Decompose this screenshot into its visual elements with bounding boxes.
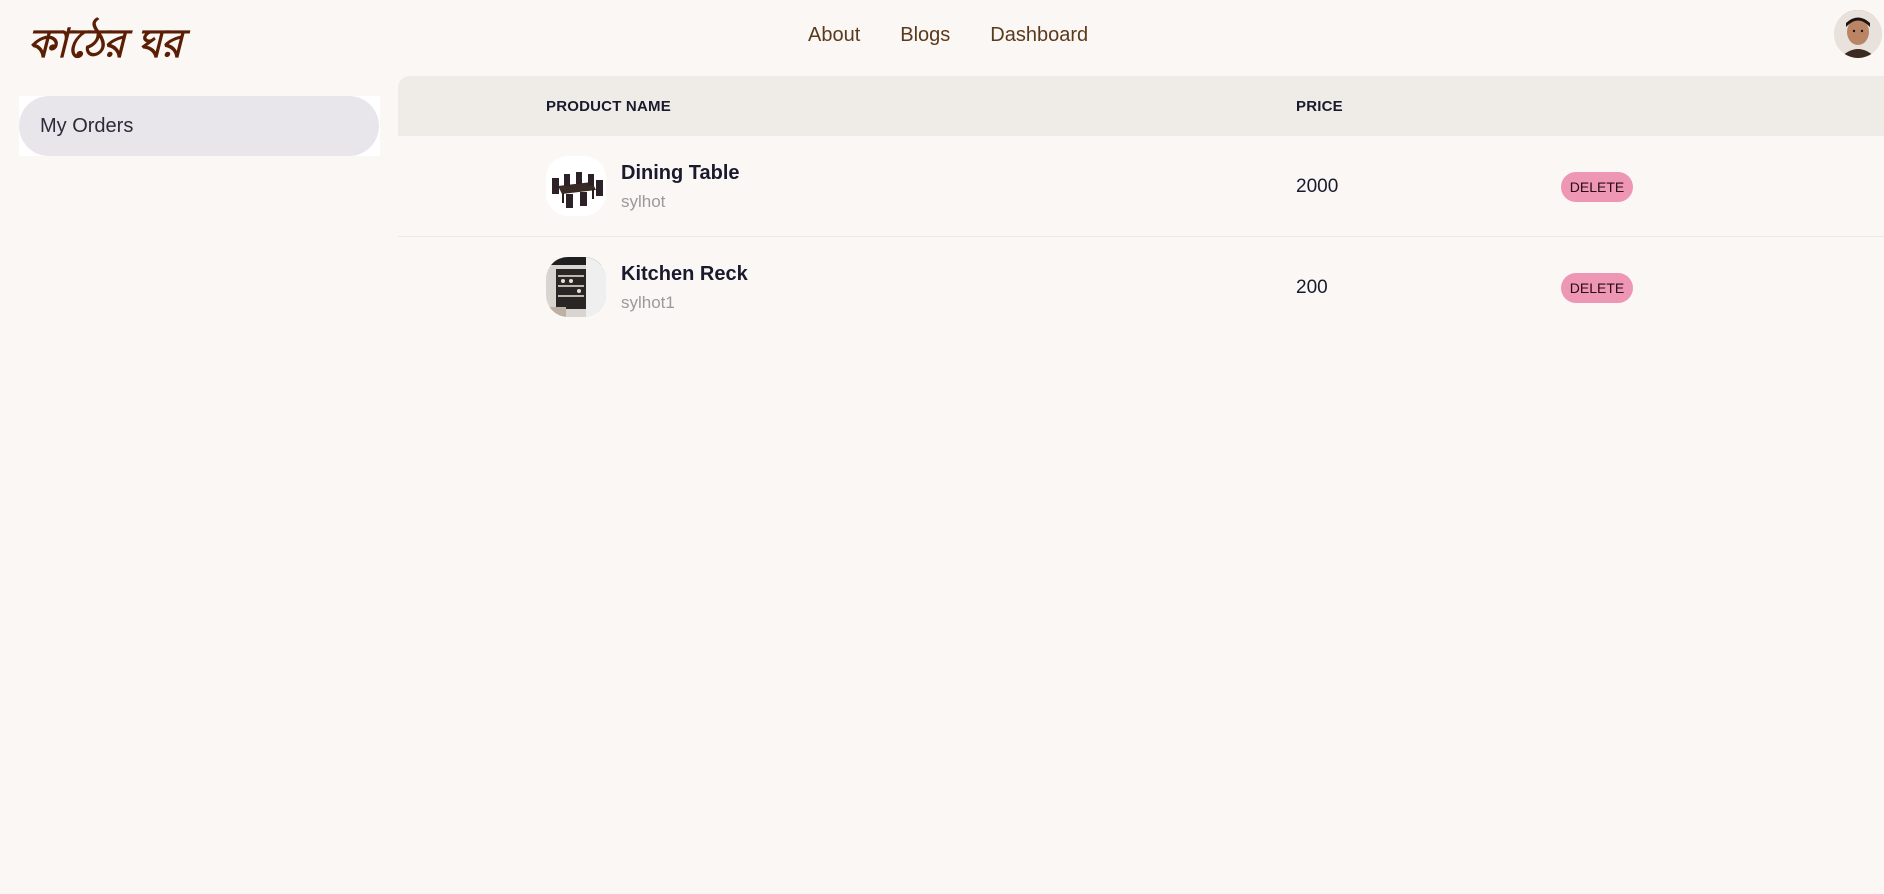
product-thumbnail-kitchen-reck (546, 257, 606, 317)
table-header: PRODUCT NAME PRICE (398, 76, 1884, 136)
dashboard-sidebar: My Orders (19, 96, 380, 156)
product-name: Dining Table (621, 162, 740, 184)
product-seller: sylhot1 (621, 293, 675, 312)
navbar: কাঠের ঘর About Blogs Dashboard (0, 0, 1884, 72)
table-row: Kitchen Reck sylhot1 200 DELETE (398, 237, 1884, 338)
product-seller: sylhot (621, 192, 666, 211)
nav-link-about[interactable]: About (808, 24, 860, 47)
main-nav: About Blogs Dashboard (808, 24, 1088, 47)
orders-table: PRODUCT NAME PRICE Dining Table sylhot 2… (398, 76, 1884, 338)
table-row: Dining Table sylhot 2000 DELETE (398, 136, 1884, 237)
column-header-price: PRICE (1296, 98, 1343, 115)
product-thumbnail-dining-table (546, 156, 606, 216)
product-price: 200 (1296, 277, 1328, 298)
site-logo[interactable]: কাঠের ঘর (28, 12, 183, 79)
nav-link-dashboard[interactable]: Dashboard (990, 24, 1088, 47)
dining-table-image (546, 156, 606, 216)
delete-order-button[interactable]: DELETE (1561, 273, 1633, 303)
user-avatar[interactable] (1834, 10, 1882, 58)
product-price: 2000 (1296, 176, 1339, 197)
kitchen-rack-image (546, 257, 606, 317)
column-header-product-name: PRODUCT NAME (546, 98, 671, 115)
delete-order-button[interactable]: DELETE (1561, 172, 1633, 202)
sidebar-item-my-orders[interactable]: My Orders (19, 96, 379, 156)
avatar-portrait-icon (1834, 10, 1882, 58)
product-name: Kitchen Reck (621, 263, 748, 285)
nav-link-blogs[interactable]: Blogs (900, 24, 950, 47)
